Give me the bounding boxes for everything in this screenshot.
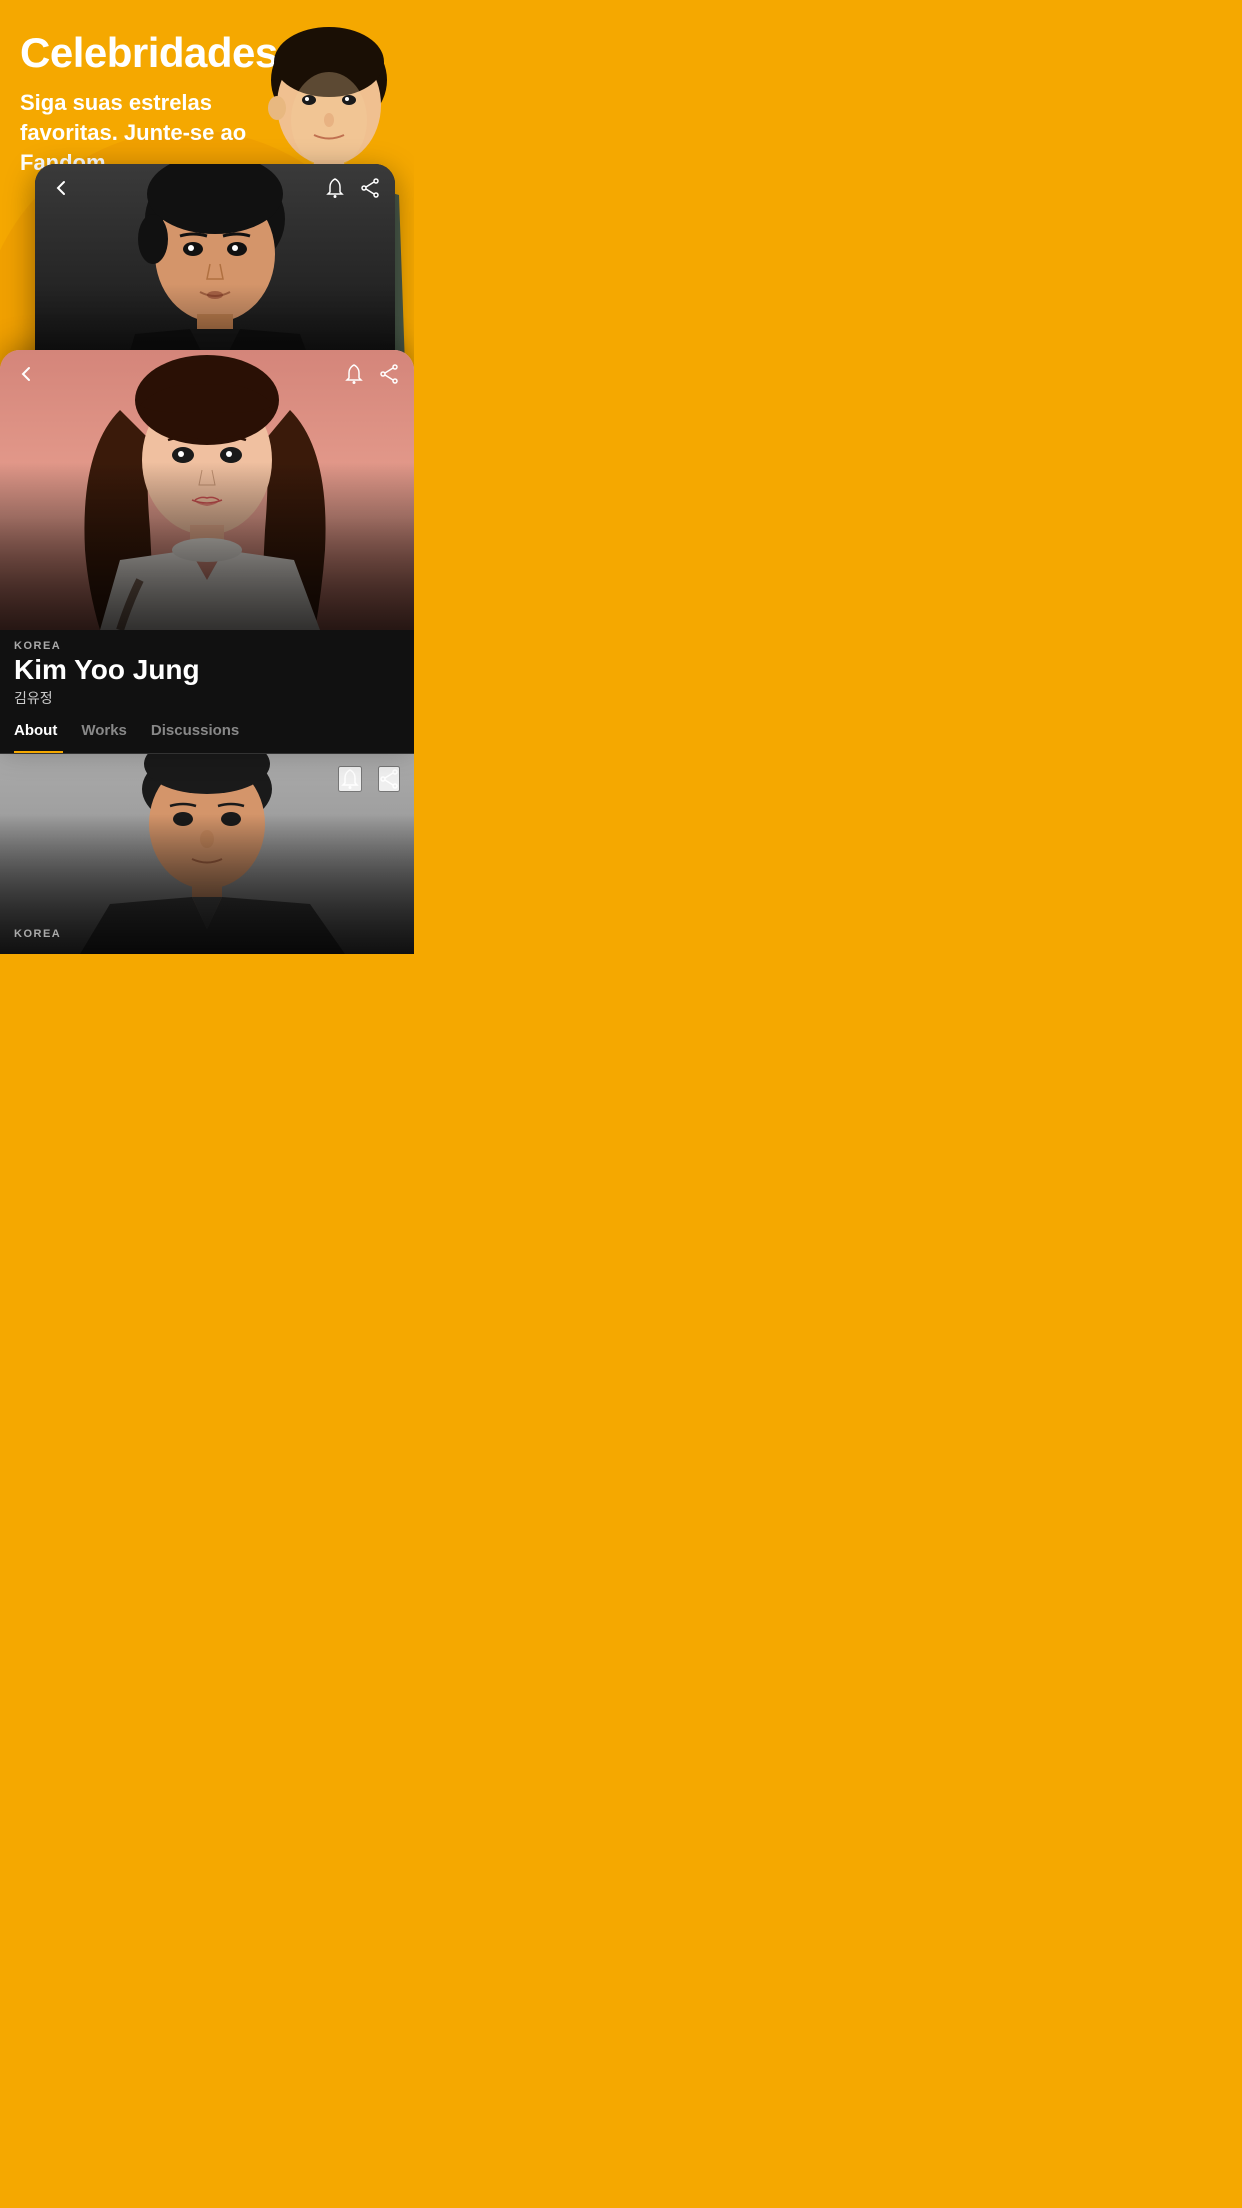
bottom-share-icon	[380, 769, 398, 789]
kim-card-header	[0, 350, 414, 397]
kim-share-icon	[380, 364, 398, 384]
back-arrow-icon	[51, 178, 71, 198]
card-kim: KOREA Kim Yoo Jung 김유정 About Works Discu…	[0, 350, 414, 754]
tab-works[interactable]: Works	[81, 708, 143, 753]
bottom-country-label: KOREA	[14, 928, 61, 940]
bottom-share-button[interactable]	[378, 766, 400, 792]
park-back-button[interactable]	[51, 176, 71, 199]
share-icon	[361, 178, 379, 198]
kim-bell-button[interactable]	[344, 362, 364, 385]
bottom-card-actions	[338, 766, 400, 792]
park-card-actions	[325, 176, 379, 199]
card-kim-wrapper: KOREA Kim Yoo Jung 김유정 About Works Discu…	[0, 350, 414, 754]
kim-back-arrow-icon	[16, 364, 36, 384]
bell-icon	[325, 177, 345, 199]
tab-about[interactable]: About	[14, 708, 73, 753]
bottom-bell-icon	[340, 768, 360, 790]
bottom-country: KOREA	[14, 928, 61, 940]
kim-country: KOREA	[14, 640, 400, 652]
park-bell-button[interactable]	[325, 176, 345, 199]
kim-back-button[interactable]	[16, 362, 36, 385]
bottom-bell-button[interactable]	[338, 766, 362, 792]
kim-card-actions	[344, 362, 398, 385]
kim-card-info: KOREA Kim Yoo Jung 김유정	[0, 630, 414, 708]
tabs-bar: About Works Discussions	[0, 708, 414, 754]
kim-share-button[interactable]	[380, 362, 398, 385]
kim-name-native: 김유정	[14, 688, 400, 708]
card-park-header	[35, 164, 395, 211]
kim-name: Kim Yoo Jung	[14, 654, 400, 686]
park-share-button[interactable]	[361, 176, 379, 199]
tab-discussions[interactable]: Discussions	[151, 708, 255, 753]
card-bottom: KOREA	[0, 754, 414, 954]
kim-bell-icon	[344, 363, 364, 385]
bottom-card-image: KOREA	[0, 754, 414, 954]
